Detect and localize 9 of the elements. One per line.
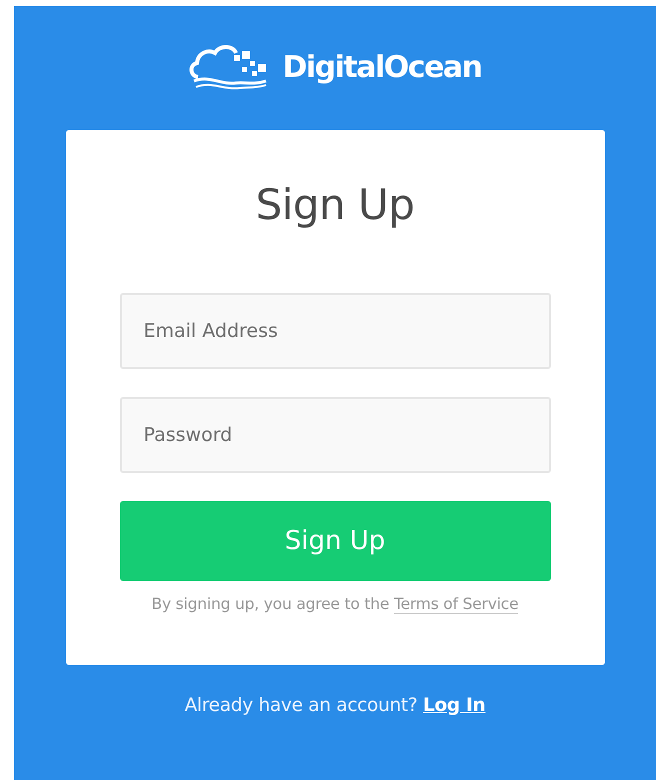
login-prompt: Already have an account? Log In [184, 695, 486, 716]
terms-notice: By signing up, you agree to the Terms of Service [150, 595, 520, 613]
email-field[interactable]: Email Address [120, 293, 550, 369]
terms-link[interactable]: Terms of Service [394, 595, 518, 614]
password-field[interactable]: Password [120, 397, 550, 473]
login-link[interactable]: Log In [422, 695, 486, 716]
card-title: Sign Up [254, 180, 416, 229]
brand-name: DigitalOcean [282, 50, 482, 84]
signup-button[interactable]: Sign Up [120, 501, 550, 581]
